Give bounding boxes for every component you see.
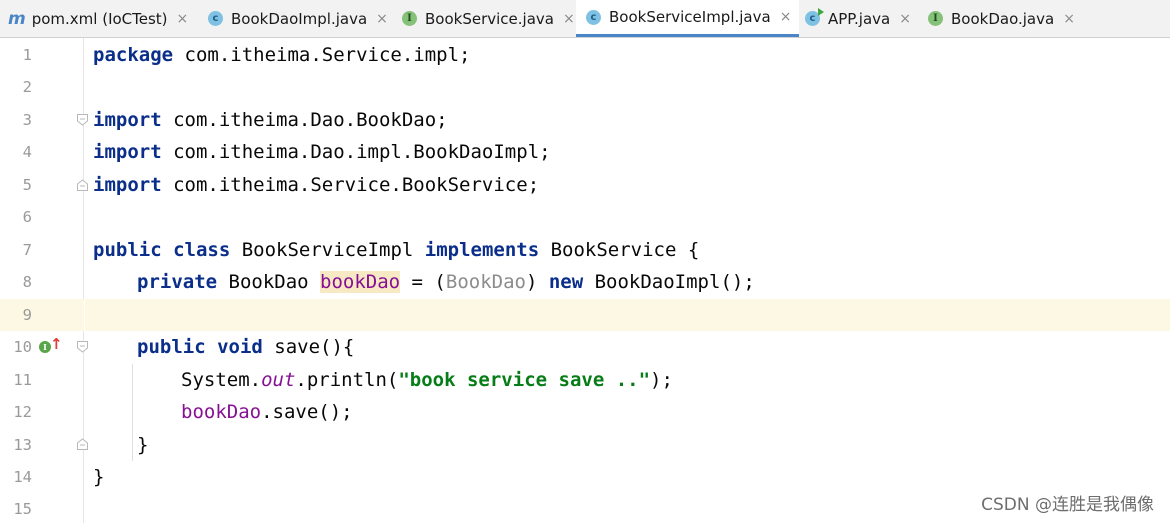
code-text: com.itheima.Service.impl; (173, 44, 471, 66)
maven-icon: m (8, 8, 26, 29)
line-number: 15 (13, 500, 32, 518)
line-number: 10 (13, 338, 32, 356)
interface-icon: I (928, 11, 943, 26)
code-text: BookServiceImpl (230, 239, 425, 261)
class-icon: c (586, 9, 601, 25)
line-number: 5 (22, 176, 32, 194)
tab-label: BookServiceImpl.java (609, 8, 771, 26)
close-icon[interactable]: × (780, 9, 792, 25)
code-text: .println( (295, 369, 399, 391)
run-badge-icon (818, 8, 824, 16)
code-text: ) (525, 271, 549, 293)
code-line-12: bookDao.save(); (181, 396, 353, 428)
code-text: com.itheima.Dao.impl.BookDaoImpl; (161, 141, 551, 163)
tab-bookserviceimpl[interactable]: c BookServiceImpl.java × (576, 0, 800, 37)
line-number: 7 (22, 241, 32, 259)
code-text: com.itheima.Dao.BookDao; (161, 109, 448, 131)
code-text: BookService { (539, 239, 700, 261)
keyword: public (93, 239, 162, 261)
keyword: import (93, 109, 162, 131)
static-field: out (261, 369, 296, 391)
line-number: 4 (22, 143, 32, 161)
code-line-11: System.out.println("book service save ..… (181, 364, 673, 396)
close-icon[interactable]: × (177, 11, 189, 27)
tab-label: BookService.java (425, 9, 554, 28)
code-line-13: } (137, 429, 148, 461)
go-to-super-arrow-icon[interactable]: ↑ (50, 335, 63, 353)
tab-app[interactable]: c APP.java × (805, 0, 911, 37)
close-icon[interactable]: × (899, 11, 911, 27)
keyword: class (173, 239, 231, 261)
code-line-10: public void save(){ (137, 331, 354, 363)
code-line-5: import com.itheima.Service.BookService; (93, 169, 539, 201)
line-number: 1 (22, 46, 32, 64)
keyword: import (93, 174, 162, 196)
tab-label: BookDaoImpl.java (231, 9, 368, 28)
code-text: System. (181, 369, 262, 391)
tab-pom-xml[interactable]: m pom.xml (IoCTest) × (8, 0, 188, 37)
tab-bookdaoimpl[interactable]: c BookDaoImpl.java × (208, 0, 388, 37)
line-number: 14 (13, 468, 32, 486)
code-line-7: public class BookServiceImpl implements … (93, 234, 699, 266)
line-number: 12 (13, 403, 32, 421)
code-text: } (93, 466, 105, 488)
watermark: CSDN @连胜是我偶像 (981, 495, 1154, 515)
interface-icon: I (402, 11, 417, 26)
field-bookdao-highlighted[interactable]: bookDao (320, 271, 401, 293)
keyword: public (137, 336, 206, 358)
keyword: implements (424, 239, 540, 261)
tab-label: pom.xml (IoCTest) (31, 9, 168, 28)
code-text: BookDaoImpl(); (583, 271, 755, 293)
line-number: 8 (22, 273, 32, 291)
line-number: 11 (13, 371, 32, 389)
code-text: = ( (400, 271, 446, 293)
code-line-8: private BookDao bookDao = (BookDao) new … (137, 266, 755, 298)
code-line-1: package com.itheima.Service.impl; (93, 39, 471, 71)
keyword: void (217, 336, 263, 358)
line-number: 9 (22, 306, 32, 324)
string-literal: "book service save .." (398, 369, 651, 391)
line-number: 13 (13, 436, 32, 454)
code-text: save(){ (262, 336, 355, 358)
code-line-3: import com.itheima.Dao.BookDao; (93, 104, 448, 136)
keyword: package (93, 44, 174, 66)
code-text: } (137, 434, 149, 456)
editor-tab-bar: m pom.xml (IoCTest) × c BookDaoImpl.java… (0, 0, 1170, 38)
class-glyph: c (809, 13, 816, 24)
code-editor[interactable]: package com.itheima.Service.impl; import… (85, 38, 1170, 523)
runnable-class-icon: c (805, 8, 824, 26)
class-icon: c (208, 11, 223, 26)
code-text: ); (650, 369, 673, 391)
code-text: .save(); (261, 401, 353, 423)
keyword: new (548, 271, 584, 293)
tab-label: APP.java (828, 9, 891, 28)
close-icon[interactable]: × (563, 11, 575, 27)
code-text: BookDao (217, 271, 321, 293)
code-line-14: } (93, 461, 104, 493)
tab-label: BookDao.java (951, 9, 1055, 28)
tab-bookdao[interactable]: I BookDao.java × (928, 0, 1075, 37)
line-number: 2 (22, 78, 32, 96)
line-number: 6 (22, 208, 32, 226)
code-line-4: import com.itheima.Dao.impl.BookDaoImpl; (93, 136, 551, 168)
code-text: com.itheima.Service.BookService; (161, 174, 540, 196)
tab-bookservice[interactable]: I BookService.java × (402, 0, 575, 37)
close-icon[interactable]: × (1063, 11, 1075, 27)
line-number: 3 (22, 111, 32, 129)
keyword: import (93, 141, 162, 163)
redundant-cast: BookDao (445, 271, 526, 293)
field: bookDao (181, 401, 262, 423)
close-icon[interactable]: × (376, 11, 388, 27)
keyword: private (137, 271, 218, 293)
